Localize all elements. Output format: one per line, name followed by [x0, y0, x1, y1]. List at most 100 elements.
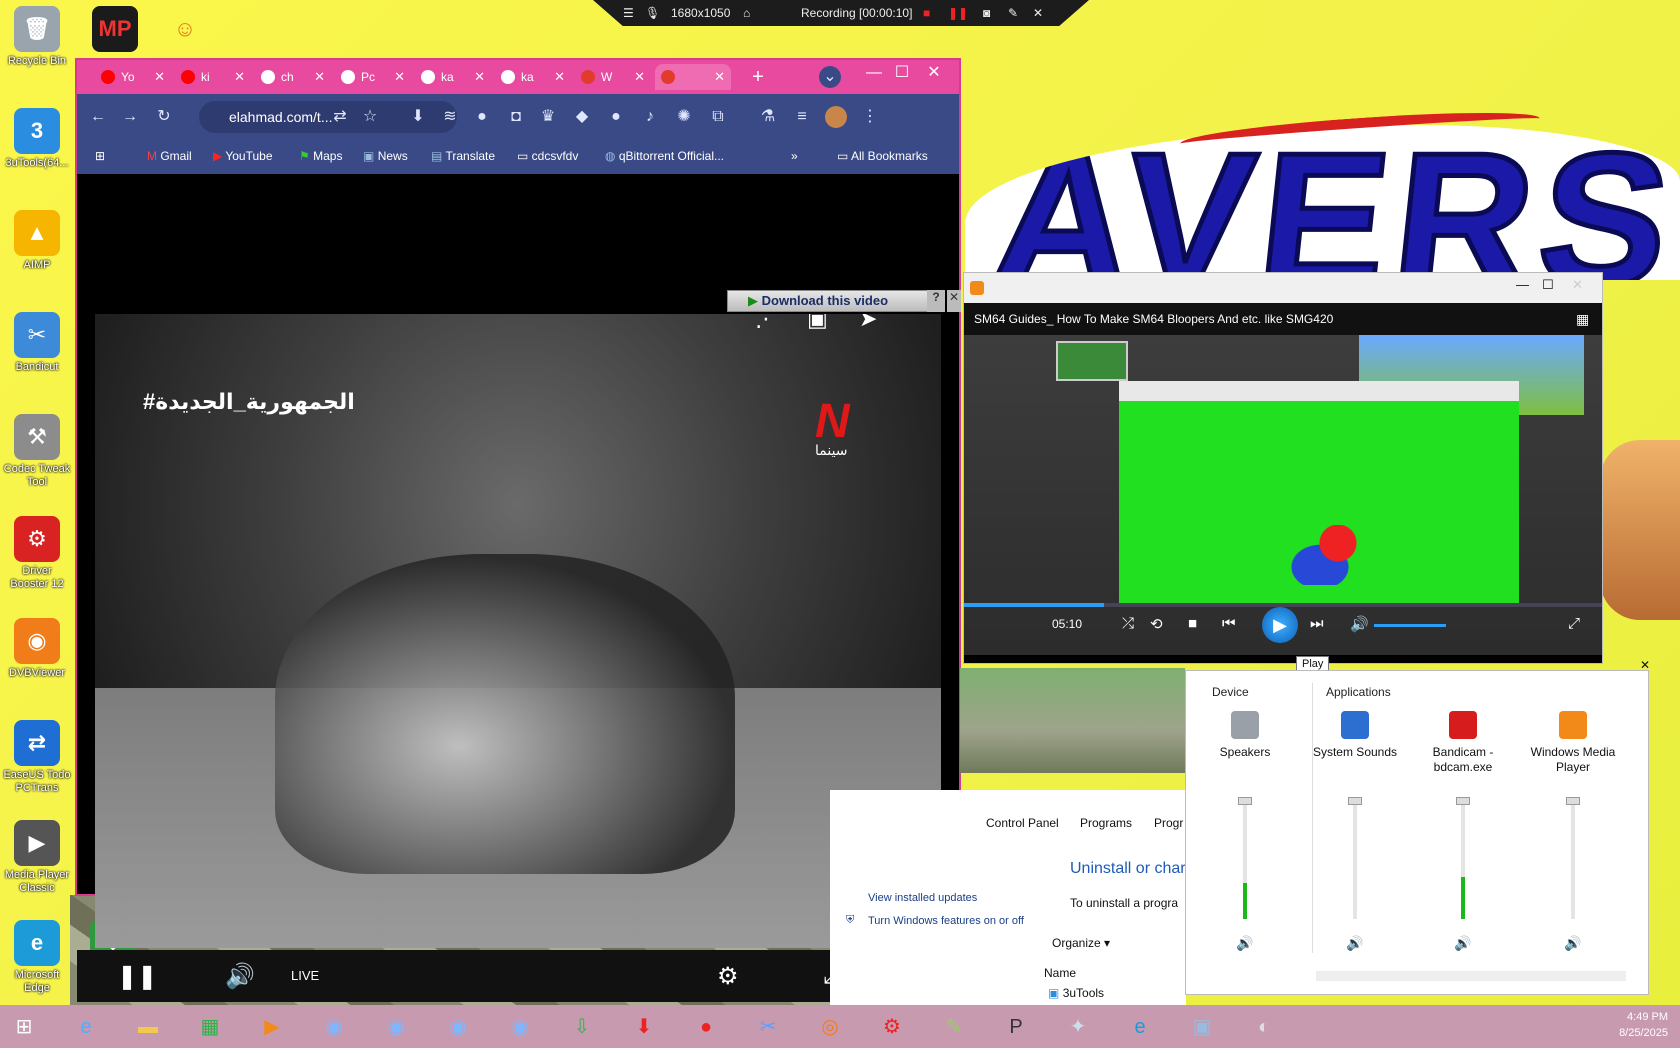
- browser-tab[interactable]: Pc ✕: [335, 64, 411, 90]
- tab-close-icon[interactable]: ✕: [394, 69, 405, 85]
- taskbar-chrome-icon[interactable]: ◉: [376, 1011, 416, 1043]
- volume-slider[interactable]: [1456, 797, 1470, 919]
- minimize-button[interactable]: —: [863, 62, 885, 84]
- close-icon[interactable]: ✕: [1033, 6, 1043, 20]
- desktop-icon[interactable]: ⚒ Codec Tweak Tool: [2, 414, 72, 489]
- download-icon[interactable]: ⬇: [407, 106, 429, 128]
- tab-close-icon[interactable]: ✕: [474, 69, 485, 85]
- mic-icon[interactable]: 🎙: [645, 6, 660, 20]
- taskbar-explorer-icon[interactable]: ▣: [1182, 1011, 1222, 1043]
- desktop-icon-mp[interactable]: MP: [80, 6, 150, 55]
- taskbar-chrome-icon[interactable]: ◉: [438, 1011, 478, 1043]
- slider-thumb[interactable]: [1456, 797, 1470, 805]
- mute-speaker-icon[interactable]: 🔊: [1236, 935, 1253, 952]
- taskbar-media-player-icon[interactable]: ▶: [252, 1011, 292, 1043]
- taskbar-edge-icon[interactable]: e: [1120, 1011, 1160, 1043]
- slider-thumb[interactable]: [1566, 797, 1580, 805]
- desktop-icon[interactable]: e Microsoft Edge: [2, 920, 72, 995]
- taskbar-bandicut-icon[interactable]: ✂: [748, 1011, 788, 1043]
- profile-avatar[interactable]: [825, 106, 847, 128]
- breadcrumb-programs-features[interactable]: Progr: [1154, 816, 1183, 830]
- desktop-icon[interactable]: ⇄ EaseUS Todo PCTrans: [2, 720, 72, 795]
- taskbar-start-icon[interactable]: ⊞: [4, 1011, 44, 1043]
- shuffle-icon[interactable]: ⤮: [1122, 615, 1134, 632]
- switch-library-icon[interactable]: ▦: [1576, 311, 1589, 328]
- tab-close-icon[interactable]: ✕: [314, 69, 325, 85]
- lock-icon[interactable]: ⌂: [743, 6, 750, 20]
- bookmark-folder-cdcsvfdv[interactable]: ▭ cdcsvfdv: [517, 149, 578, 163]
- slider-thumb[interactable]: [1238, 797, 1252, 805]
- close-window-button[interactable]: ✕: [1572, 277, 1583, 293]
- back-icon[interactable]: ←: [87, 106, 109, 128]
- taskbar-driver-booster-icon[interactable]: ⚙: [872, 1011, 912, 1043]
- reading-list-icon[interactable]: ≡: [791, 106, 813, 128]
- tab-close-icon[interactable]: ✕: [634, 69, 645, 85]
- video-player[interactable]: #الجمهورية_الجديدة N سينما ⋰ ▣ ➤: [95, 314, 941, 948]
- desktop-icon[interactable]: ⚙ Driver Booster 12: [2, 516, 72, 591]
- translate-icon[interactable]: ⇄: [329, 106, 351, 128]
- bookmark-maps[interactable]: ⚑ Maps: [299, 149, 342, 163]
- bookmark-all-bookmarks[interactable]: ▭ All Bookmarks: [837, 149, 928, 163]
- breadcrumb-control-panel[interactable]: Control Panel: [986, 816, 1059, 830]
- stop-icon[interactable]: ■: [923, 6, 930, 20]
- browser-tab[interactable]: ka ✕: [415, 64, 491, 90]
- play-button-icon[interactable]: ▶: [1262, 607, 1298, 643]
- breadcrumb-programs[interactable]: Programs: [1080, 816, 1132, 830]
- taskbar-wmp-icon[interactable]: ◐: [1244, 1011, 1284, 1043]
- extension-icon-3[interactable]: ◘: [505, 106, 527, 128]
- desktop-icon-character[interactable]: ☺: [150, 6, 220, 55]
- taskbar-file-explorer-icon[interactable]: ▬: [128, 1011, 168, 1043]
- tab-close-icon[interactable]: ✕: [154, 69, 165, 85]
- mute-speaker-icon[interactable]: 🔊: [1564, 935, 1581, 952]
- share-icon[interactable]: ⋰: [755, 314, 777, 332]
- bookmark-news[interactable]: ▣ News: [363, 149, 408, 163]
- taskbar-chrome-icon[interactable]: ◉: [314, 1011, 354, 1043]
- desktop-icon[interactable]: ▶ Media Player Classic: [2, 820, 72, 895]
- volume-slider[interactable]: [1348, 797, 1362, 919]
- stop-icon[interactable]: ■: [1188, 615, 1197, 632]
- horizontal-scrollbar[interactable]: [1316, 971, 1626, 981]
- tab-close-icon[interactable]: ✕: [234, 69, 245, 85]
- tab-close-icon[interactable]: ✕: [554, 69, 565, 85]
- extension-icon-6[interactable]: ●: [605, 106, 627, 128]
- recording-toolbar[interactable]: ☰ 🎙 1680x1050 ⌂ Recording [00:00:10] ■ ❚…: [593, 0, 1089, 26]
- taskbar-store-icon[interactable]: ▦: [190, 1011, 230, 1043]
- new-tab-button[interactable]: +: [747, 66, 769, 88]
- extension-icon-2[interactable]: ●: [471, 106, 493, 128]
- desktop-icon[interactable]: ✂ Bandicut: [2, 312, 72, 374]
- browser-tab[interactable]: ki ✕: [175, 64, 251, 90]
- bookmark-youtube[interactable]: ▶ YouTube: [213, 149, 273, 163]
- fullscreen-icon[interactable]: ⤢: [1568, 615, 1580, 632]
- system-clock[interactable]: 4:49 PM 8/25/2025: [1619, 1009, 1668, 1041]
- maximize-button[interactable]: ☐: [1542, 277, 1554, 293]
- desktop-icon[interactable]: 🗑 Recycle Bin: [2, 6, 72, 68]
- previous-icon[interactable]: ⏮: [1222, 615, 1236, 632]
- more-menu-icon[interactable]: ⋮: [859, 106, 881, 128]
- desktop-icon[interactable]: 3 3uTools(64...: [2, 108, 72, 170]
- camera-icon[interactable]: ◙: [983, 6, 990, 20]
- link-view-installed-updates[interactable]: View installed updates: [868, 892, 977, 904]
- help-icon[interactable]: ?: [927, 290, 945, 312]
- download-video-button[interactable]: ▶ Download this video: [727, 290, 932, 312]
- bookmarks-overflow-icon[interactable]: »: [791, 149, 798, 163]
- desktop-icon[interactable]: ▲ AIMP: [2, 210, 72, 272]
- extension-icon-8[interactable]: ✺: [673, 106, 695, 128]
- forward-icon[interactable]: →: [119, 106, 141, 128]
- send-icon[interactable]: ➤: [859, 314, 877, 332]
- maximize-button[interactable]: ☐: [891, 62, 913, 84]
- extension-icon-1[interactable]: ≋: [439, 106, 461, 128]
- extensions-puzzle-icon[interactable]: ⧉: [707, 106, 729, 128]
- extension-icon-7[interactable]: ♪: [639, 106, 661, 128]
- bookmark-qbittorrent[interactable]: ◍ qBittorrent Official...: [605, 149, 724, 163]
- taskbar-ie-icon[interactable]: e: [66, 1011, 106, 1043]
- browser-tab[interactable]: Yo ✕: [95, 64, 171, 90]
- program-item[interactable]: ▣ 3uTools: [1048, 986, 1104, 1000]
- bookmark-translate[interactable]: ▤ Translate: [431, 149, 495, 163]
- pause-icon[interactable]: ❚❚: [948, 6, 968, 20]
- browser-tab[interactable]: ka ✕: [495, 64, 571, 90]
- mute-speaker-icon[interactable]: 🔊: [1454, 935, 1471, 952]
- link-windows-features[interactable]: Turn Windows features on or off: [868, 914, 1028, 928]
- menu-icon[interactable]: ☰: [623, 6, 634, 20]
- organize-button[interactable]: Organize ▾: [1052, 936, 1110, 950]
- taskbar-tool-icon[interactable]: ✎: [934, 1011, 974, 1043]
